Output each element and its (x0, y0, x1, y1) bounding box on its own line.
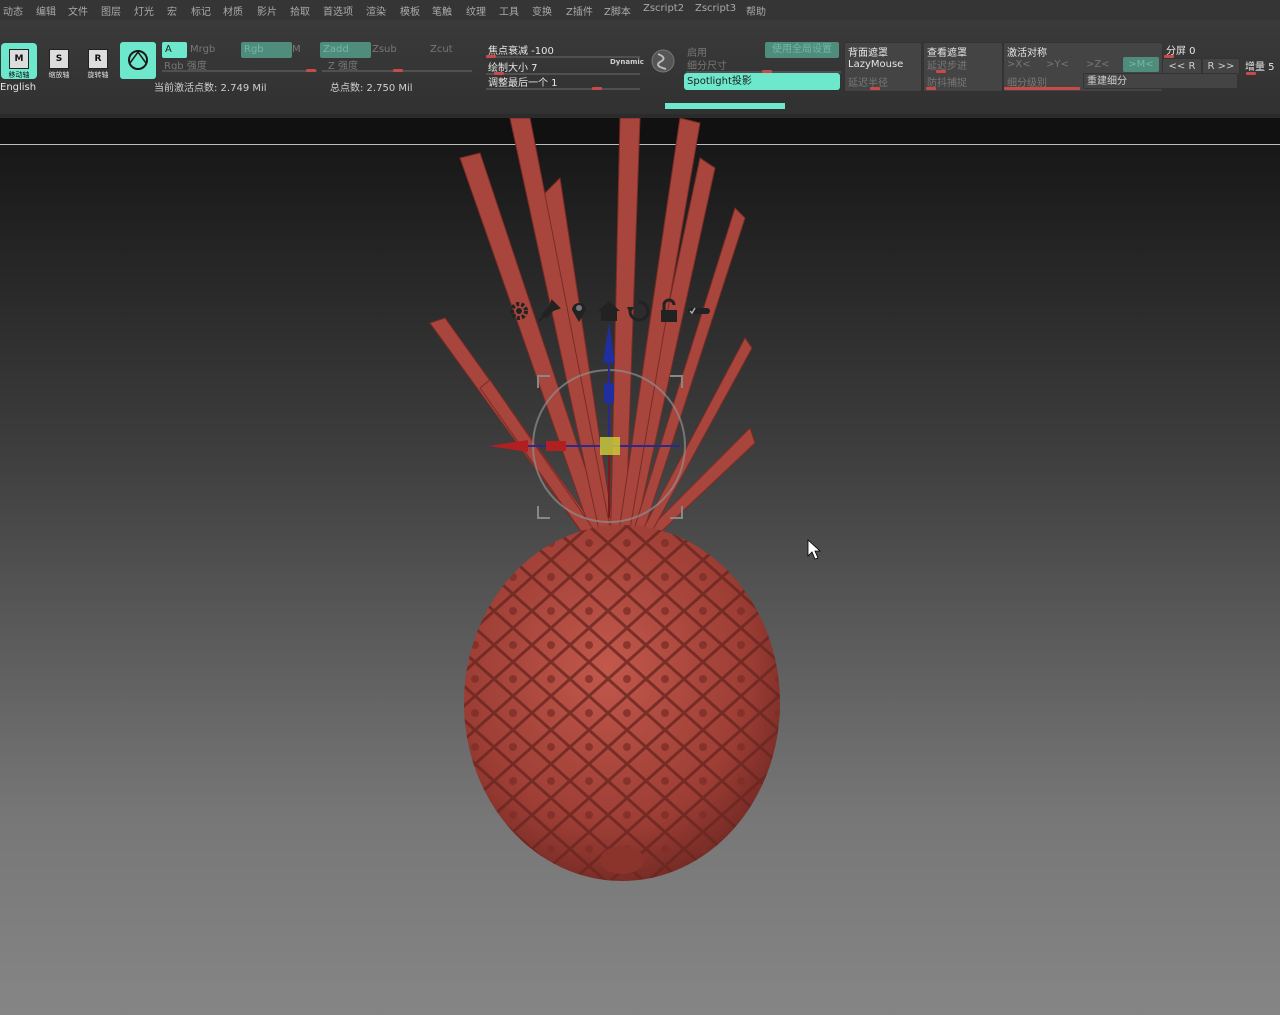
adjust-last-knob[interactable] (592, 87, 602, 90)
move-axis-icon: M (9, 49, 29, 69)
material-sphere-icon[interactable] (650, 48, 676, 74)
adjust-last-label: 调整最后一个 1 (488, 78, 558, 89)
mrgb-button[interactable]: Mrgb (190, 44, 215, 55)
lazy-step-knob[interactable] (936, 70, 946, 73)
menu-item-6[interactable]: 标记 (191, 3, 211, 18)
menu-item-19[interactable]: Zscript2 (643, 3, 684, 14)
increment-label: 增量 5 (1245, 62, 1275, 73)
mouse-cursor-icon (807, 539, 822, 560)
scale-axis-button[interactable]: S 缩放轴 (41, 43, 77, 79)
rgb-button[interactable]: Rgb (241, 42, 292, 58)
z-symmetry-button[interactable]: >Z< (1086, 59, 1110, 70)
x-symmetry-button[interactable]: >X< (1007, 59, 1031, 70)
menu-item-16[interactable]: 变换 (532, 3, 552, 18)
use-global-button[interactable]: 使用全局设置 (765, 42, 839, 58)
adjust-last-slider[interactable] (486, 88, 640, 90)
zsub-button[interactable]: Zsub (372, 44, 397, 55)
rebuild-subdiv-button[interactable]: 重建细分 (1083, 73, 1238, 89)
menu-item-0[interactable]: 动态 (3, 3, 23, 18)
gizmo-toggle-button[interactable] (120, 42, 156, 79)
menu-item-4[interactable]: 灯光 (134, 3, 154, 18)
menu-item-3[interactable]: 图层 (101, 3, 121, 18)
menu-item-14[interactable]: 纹理 (466, 3, 486, 18)
menu-item-2[interactable]: 文件 (68, 3, 88, 18)
pineapple-model[interactable] (0, 118, 1280, 1015)
menu-item-17[interactable]: Z插件 (566, 3, 593, 18)
menu-item-7[interactable]: 材质 (223, 3, 243, 18)
a-button[interactable]: A (162, 42, 187, 58)
language-label[interactable]: English (0, 82, 36, 93)
increment-knob[interactable] (1246, 72, 1256, 75)
menu-item-11[interactable]: 渲染 (366, 3, 386, 18)
reset-icon[interactable] (626, 298, 652, 324)
top-toolbar: M 移动轴 S 缩放轴 R 旋转轴 A Mrgb Rgb M Rgb 强度 Za… (0, 20, 1280, 114)
m-button[interactable]: M (292, 44, 301, 55)
location-pin-icon[interactable] (566, 298, 592, 324)
menu-item-21[interactable]: 帮助 (746, 3, 766, 18)
menu-item-18[interactable]: Z脚本 (604, 3, 631, 18)
lock-icon[interactable] (656, 298, 682, 324)
dynamic-toggle[interactable]: Dynamic (610, 58, 644, 66)
gizmo-icon-bar (506, 298, 712, 324)
z-intensity-knob[interactable] (393, 69, 403, 72)
gizmo-circle-icon (128, 50, 148, 70)
activate-symmetry-button[interactable]: 激活对称 (1007, 44, 1047, 59)
menu-item-5[interactable]: 宏 (167, 3, 177, 18)
zcut-button[interactable]: Zcut (430, 44, 453, 55)
menu-item-20[interactable]: Zscript3 (695, 3, 736, 14)
subdiv-size-label: 细分尺寸 (687, 61, 727, 72)
lazy-radius-knob[interactable] (870, 87, 880, 90)
menu-bar: 动态 编辑 文件 图层 灯光宏标记 材质 影片 拾取 首选项 渲染 模板 笔触 纹理 工具 变换 Z插件 Z脚本… (0, 0, 1280, 21)
backface-mask-button[interactable]: 背面遮罩 (848, 44, 888, 59)
progress-bar (665, 103, 785, 109)
scale-axis-icon: S (49, 49, 69, 69)
menu-item-13[interactable]: 笔触 (432, 3, 452, 18)
total-points-label: 总点数: 2.750 Mil (330, 83, 413, 94)
menu-item-10[interactable]: 首选项 (323, 3, 353, 18)
subdiv-level-slider[interactable] (1004, 87, 1080, 90)
rgb-intensity-slider[interactable] (162, 70, 317, 72)
menu-item-9[interactable]: 拾取 (290, 3, 310, 18)
zadd-button[interactable]: Zadd (320, 42, 371, 58)
active-points-label: 当前激活点数: 2.749 Mil (154, 83, 267, 94)
canvas-viewport[interactable] (0, 118, 1280, 1015)
lazy-step-label: 延迟步进 (927, 61, 967, 72)
m-symmetry-button[interactable]: >M< (1123, 57, 1159, 72)
snap-knob[interactable] (926, 87, 936, 90)
rotate-axis-button[interactable]: R 旋转轴 (80, 43, 116, 79)
move-axis-button[interactable]: M 移动轴 (1, 43, 37, 79)
menu-item-12[interactable]: 模板 (400, 3, 420, 18)
pin-icon[interactable] (536, 298, 562, 324)
rgb-intensity-knob[interactable] (306, 69, 316, 72)
toggle-icon[interactable] (686, 298, 712, 324)
focal-shift-label: 焦点衰减 -100 (488, 46, 554, 57)
y-symmetry-button[interactable]: >Y< (1046, 59, 1069, 70)
gear-icon[interactable] (506, 298, 532, 324)
rotate-axis-icon: R (88, 49, 108, 69)
focal-shift-knob[interactable] (486, 55, 496, 58)
menu-item-8[interactable]: 影片 (257, 3, 277, 18)
home-icon[interactable] (596, 298, 622, 324)
spotlight-button[interactable]: Spotlight投影 (684, 73, 840, 90)
lazy-radius-label: 延迟半径 (848, 78, 888, 89)
menu-item-15[interactable]: 工具 (499, 3, 519, 18)
menu-item-1[interactable]: 编辑 (36, 3, 56, 18)
lazymouse-button[interactable]: LazyMouse (848, 59, 903, 70)
